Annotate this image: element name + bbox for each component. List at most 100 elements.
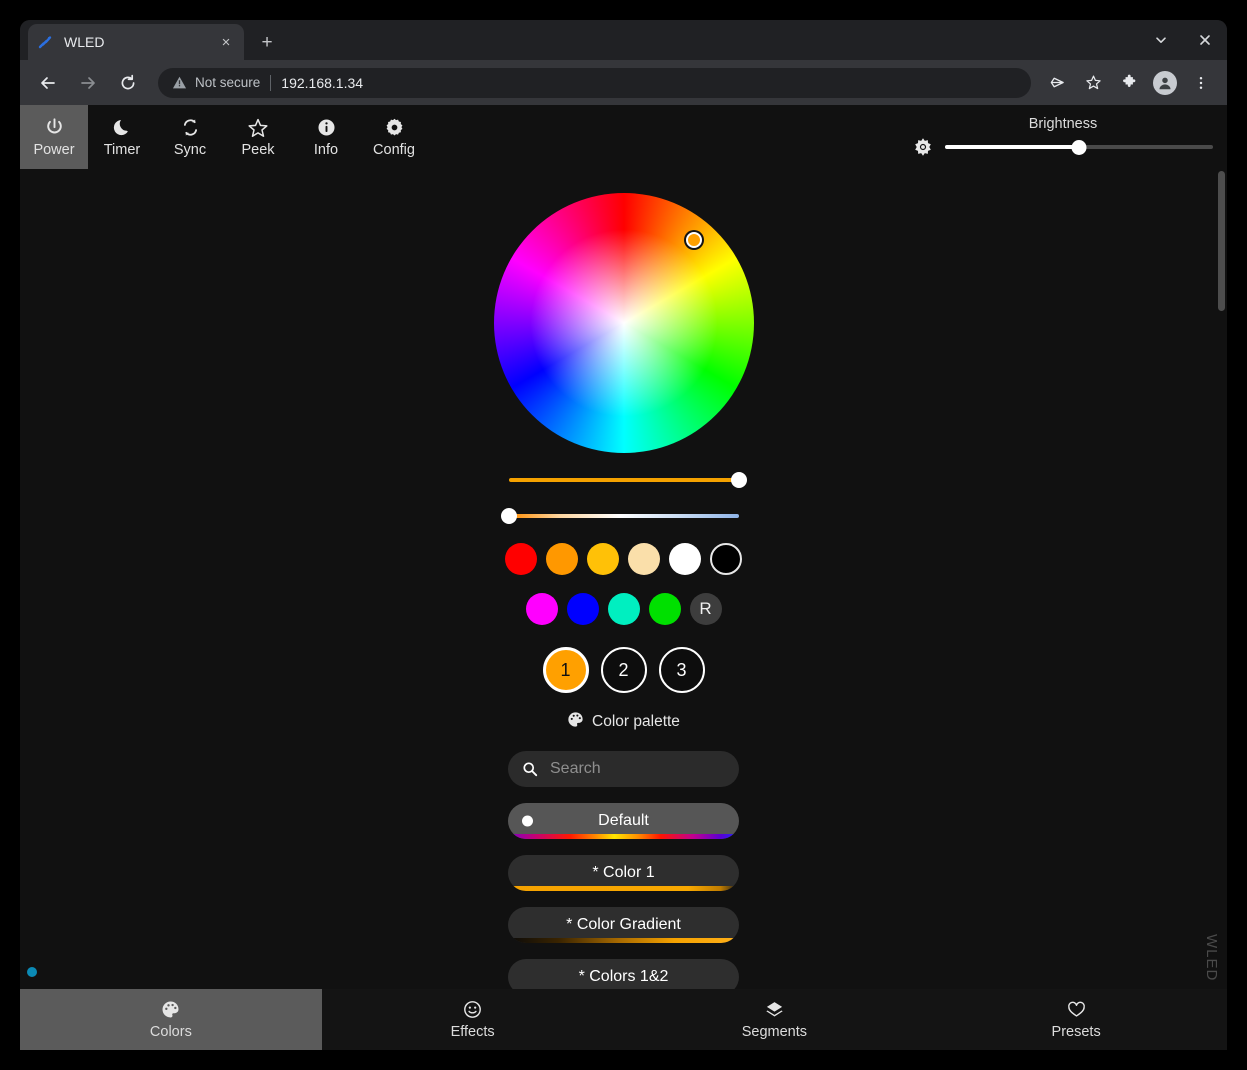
quick-swatch-row-primary (505, 543, 742, 575)
omnibox-divider (270, 74, 272, 91)
swatch-magenta[interactable] (525, 593, 558, 625)
extensions-puzzle-icon[interactable] (1114, 68, 1144, 98)
back-arrow-icon[interactable] (32, 67, 64, 99)
swatch-blue[interactable] (566, 593, 599, 625)
brightness-control: Brightness (913, 105, 1213, 169)
tab-label: Segments (741, 1023, 808, 1040)
value-brightness-slider[interactable] (508, 471, 747, 489)
brightness-slider-fill (945, 145, 1079, 150)
palette-item[interactable]: * Color 1 (508, 855, 739, 891)
gear-icon (384, 117, 405, 139)
close-window-button[interactable] (1183, 20, 1227, 60)
smiley-icon (463, 1000, 482, 1020)
swatch-black[interactable] (710, 543, 742, 575)
color-wheel-marker[interactable] (685, 231, 702, 248)
address-bar-url: 192.168.1.34 (281, 74, 364, 91)
color-temperature-slider[interactable] (500, 507, 739, 525)
forward-arrow-icon[interactable] (72, 67, 104, 99)
tab-label: Presets (1051, 1023, 1101, 1040)
toolbar-button-peek[interactable]: Peek (224, 105, 292, 169)
content-scrollbar[interactable] (1216, 169, 1227, 989)
toolbar-button-timer[interactable]: Timer (88, 105, 156, 169)
palette-item-label: * Color Gradient (566, 916, 681, 933)
browser-toolbar-icons (1039, 68, 1219, 98)
palette-item[interactable]: * Colors 1&2 (508, 959, 739, 989)
colors-panel: R 1 2 3 Color palette Search Default * C… (20, 169, 1227, 989)
toolbar-button-info[interactable]: Info (292, 105, 360, 169)
star-icon (247, 117, 269, 139)
sync-icon (180, 117, 201, 139)
tab-presets[interactable]: Presets (925, 989, 1227, 1050)
toolbar-button-label: Timer (103, 141, 141, 158)
tab-effects[interactable]: Effects (322, 989, 624, 1050)
swatch-amber[interactable] (587, 543, 619, 575)
toolbar-button-config[interactable]: Config (360, 105, 428, 169)
minimize-window-button[interactable] (1139, 20, 1183, 60)
tab-colors[interactable]: Colors (20, 989, 322, 1050)
toolbar-button-power[interactable]: Power (20, 105, 88, 169)
tab-segments[interactable]: Segments (624, 989, 926, 1050)
browser-tab-wled[interactable]: WLED × (28, 24, 244, 60)
toolbar-button-label: Sync (173, 141, 207, 158)
palette-gradient-bar (508, 886, 739, 891)
palette-list: Default * Color 1 * Color Gradient * Colors… (508, 803, 739, 989)
temperature-slider-track (508, 514, 739, 518)
new-tab-button[interactable]: + (253, 29, 281, 57)
temperature-slider-knob[interactable] (500, 508, 517, 524)
tab-title: WLED (64, 34, 105, 50)
swatch-white[interactable] (669, 543, 701, 575)
brightness-slider[interactable] (945, 139, 1213, 155)
profile-avatar-icon[interactable] (1150, 68, 1180, 98)
reload-icon[interactable] (112, 67, 144, 99)
color-wheel-disc[interactable] (493, 193, 754, 453)
search-input[interactable] (548, 759, 725, 779)
toolbar-button-label: Info (313, 141, 339, 158)
color-slot-2[interactable]: 2 (600, 647, 647, 693)
palette-icon (161, 1000, 180, 1020)
swatch-turquoise[interactable] (607, 593, 640, 625)
scrollbar-thumb[interactable] (1218, 171, 1225, 311)
toolbar-button-label: Config (373, 141, 415, 158)
value-slider-knob[interactable] (730, 472, 747, 488)
color-slot-1[interactable]: 1 (542, 647, 589, 693)
more-menu-icon[interactable] (1186, 68, 1216, 98)
tab-label: Colors (149, 1023, 192, 1040)
layers-icon (765, 1000, 784, 1020)
palette-item-label: Default (598, 812, 649, 829)
color-slot-3[interactable]: 3 (658, 647, 705, 693)
palette-gradient-bar (508, 938, 739, 943)
value-slider-track (508, 478, 739, 482)
window-controls (1139, 20, 1227, 60)
send-icon[interactable] (1042, 68, 1072, 98)
toolbar-button-label: Power (33, 141, 75, 158)
address-bar[interactable]: Not secure 192.168.1.34 (158, 67, 1031, 98)
toolbar-button-sync[interactable]: Sync (156, 105, 224, 169)
power-icon (44, 117, 65, 139)
palette-item-label: * Color 1 (592, 864, 655, 881)
info-icon (316, 117, 337, 139)
color-palette-heading: Color palette (567, 711, 680, 733)
swatch-random[interactable]: R (689, 593, 722, 625)
palette-item-label: * Colors 1&2 (578, 968, 669, 985)
colors-center-column: R 1 2 3 Color palette Search Default * C… (20, 169, 1227, 989)
color-palette-label: Color palette (592, 713, 680, 730)
swatch-green[interactable] (648, 593, 681, 625)
color-wheel[interactable] (493, 193, 754, 453)
brightness-slider-knob[interactable] (1071, 139, 1087, 155)
screen-root: WLED × + Not secure 192.168.1.34 Power T… (0, 0, 1247, 1070)
tab-strip: WLED × + (20, 20, 1227, 60)
swatch-warm-white[interactable] (628, 543, 660, 575)
palette-item[interactable]: * Color Gradient (508, 907, 739, 943)
tab-close-icon[interactable]: × (216, 32, 236, 52)
swatch-red[interactable] (505, 543, 537, 575)
palette-icon (567, 711, 584, 733)
web-page: Power Timer Sync Peek Info Config Bright… (20, 105, 1227, 1050)
connection-status-dot (27, 967, 37, 977)
bookmark-star-icon[interactable] (1078, 68, 1108, 98)
wled-watermark: WLED (1203, 933, 1220, 981)
security-status-label: Not secure (195, 75, 261, 90)
palette-item[interactable]: Default (508, 803, 739, 839)
search-icon (522, 761, 538, 777)
palette-search-box[interactable] (508, 751, 739, 787)
swatch-orange[interactable] (546, 543, 578, 575)
